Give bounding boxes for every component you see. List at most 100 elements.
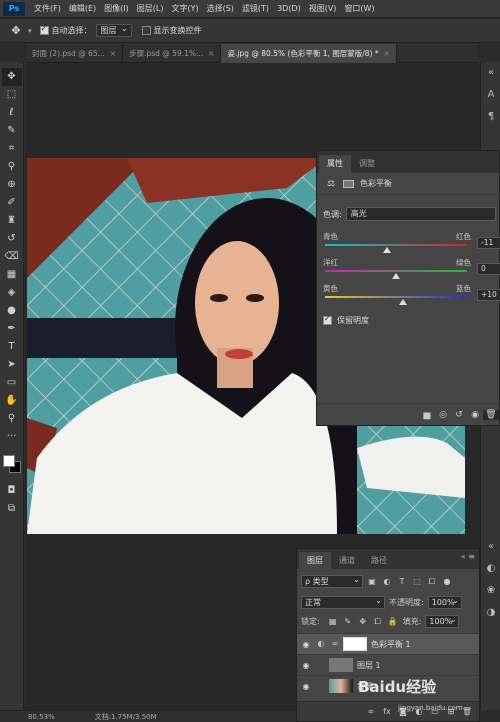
menu-edit[interactable]: 编辑(E) <box>65 3 100 14</box>
eye-icon[interactable]: ◉ <box>297 661 315 670</box>
layer-mask-thumbnail[interactable] <box>343 637 367 651</box>
filter-pixel-icon[interactable]: ▣ <box>366 576 378 588</box>
screen-mode-icon[interactable]: ⧉ <box>2 500 22 518</box>
menu-type[interactable]: 文字(Y) <box>167 3 202 14</box>
layer-thumbnail[interactable] <box>329 658 353 672</box>
lock-transparent-icon[interactable]: ▦ <box>327 616 339 628</box>
filter-shape-icon[interactable]: ⬚ <box>411 576 423 588</box>
pen-tool-icon[interactable]: ✒ <box>2 320 22 338</box>
character-panel-icon[interactable]: A <box>481 84 500 106</box>
layer-filter-dropdown[interactable]: ρ 类型 <box>301 574 363 588</box>
swatches-panel-icon[interactable]: ◐ <box>481 558 500 580</box>
reset-icon[interactable]: ↺ <box>451 410 467 420</box>
marquee-tool-icon[interactable]: ⬚ <box>2 86 22 104</box>
crop-tool-icon[interactable]: ⌗ <box>2 140 22 158</box>
menu-view[interactable]: 视图(V) <box>305 3 341 14</box>
adjustments-panel-icon[interactable]: ◑ <box>481 602 500 624</box>
move-tool-icon[interactable]: ✥ <box>4 24 28 37</box>
magenta-green-slider-thumb[interactable] <box>392 273 400 279</box>
filter-toggle-icon[interactable]: ● <box>441 576 453 588</box>
healing-brush-tool-icon[interactable]: ⊕ <box>2 176 22 194</box>
close-icon[interactable]: × <box>384 49 390 58</box>
zoom-tool-icon[interactable]: ⚲ <box>2 410 22 428</box>
eyedropper-tool-icon[interactable]: ⚲ <box>2 158 22 176</box>
menu-select[interactable]: 选择(S) <box>203 3 238 14</box>
cyan-red-value[interactable]: -11 <box>477 237 500 249</box>
view-previous-icon[interactable]: ◎ <box>435 410 451 420</box>
eye-icon[interactable]: ◉ <box>297 682 315 691</box>
layer-thumbnail[interactable] <box>329 679 353 693</box>
layer-row-layer1[interactable]: ◉ 图层 1 <box>297 654 479 675</box>
close-icon[interactable]: × <box>110 49 116 58</box>
yellow-blue-slider[interactable] <box>325 296 467 298</box>
dodge-tool-icon[interactable]: ● <box>2 302 22 320</box>
cyan-red-slider[interactable] <box>325 244 467 246</box>
gradient-tool-icon[interactable]: ▦ <box>2 266 22 284</box>
layer-row-color-balance[interactable]: ◉ ◐ ∞ 色彩平衡 1 <box>297 633 479 654</box>
magenta-green-value[interactable]: 0 <box>477 263 500 275</box>
close-icon[interactable]: × <box>208 49 214 58</box>
color-swatches[interactable] <box>2 452 22 476</box>
magenta-green-slider[interactable] <box>325 270 467 272</box>
filter-smart-object-icon[interactable]: ⧠ <box>426 576 438 588</box>
path-select-tool-icon[interactable]: ➤ <box>2 356 22 374</box>
visibility-icon[interactable]: ◉ <box>467 410 483 420</box>
lock-image-icon[interactable]: ✎ <box>342 616 354 628</box>
opacity-input[interactable]: 100% <box>427 595 462 609</box>
chain-link-icon[interactable]: ∞ <box>329 638 341 650</box>
yellow-blue-slider-thumb[interactable] <box>399 299 407 305</box>
filter-type-icon[interactable]: T <box>396 576 408 588</box>
more-tools-icon[interactable]: ··· <box>2 428 22 446</box>
libraries-panel-icon[interactable]: ❀ <box>481 580 500 602</box>
eraser-tool-icon[interactable]: ⌫ <box>2 248 22 266</box>
tool-preset-dropdown-icon[interactable]: ▾ <box>28 27 32 35</box>
tab-channels[interactable]: 通道 <box>331 552 363 569</box>
paragraph-panel-icon[interactable]: ¶ <box>481 106 500 128</box>
clip-to-layer-icon[interactable]: ▅ <box>419 410 435 420</box>
panel-menu-icon[interactable]: « ≡ <box>461 552 475 561</box>
tone-dropdown[interactable]: 高光 <box>345 207 496 221</box>
cyan-red-slider-thumb[interactable] <box>383 247 391 253</box>
blur-tool-icon[interactable]: ◈ <box>2 284 22 302</box>
lock-position-icon[interactable]: ✥ <box>357 616 369 628</box>
tab-layers[interactable]: 图层 <box>299 552 331 569</box>
auto-select-dropdown[interactable]: 图层 <box>95 23 132 37</box>
yellow-blue-value[interactable]: +10 <box>477 289 500 301</box>
menu-layer[interactable]: 图层(L) <box>133 3 168 14</box>
menu-image[interactable]: 图像(I) <box>100 3 133 14</box>
history-brush-tool-icon[interactable]: ↺ <box>2 230 22 248</box>
lasso-tool-icon[interactable]: ℓ <box>2 104 22 122</box>
eye-icon[interactable]: ◉ <box>297 640 315 649</box>
rectangle-tool-icon[interactable]: ▭ <box>2 374 22 392</box>
doc-tab-cover[interactable]: 封面 (2).psd @ 65... × <box>26 44 124 63</box>
menu-window[interactable]: 窗口(W) <box>340 3 378 14</box>
collapse-icon[interactable]: « <box>481 62 500 84</box>
quick-mask-icon[interactable]: ◘ <box>2 482 22 500</box>
lock-artboard-icon[interactable]: ⧠ <box>372 616 384 628</box>
preserve-luminosity-checkbox[interactable] <box>323 314 332 325</box>
zoom-level[interactable]: 80.53% <box>28 713 55 721</box>
menu-file[interactable]: 文件(F) <box>30 3 65 14</box>
brush-tool-icon[interactable]: ✐ <box>2 194 22 212</box>
clone-stamp-tool-icon[interactable]: ♜ <box>2 212 22 230</box>
doc-tab-active[interactable]: 姿.jpg @ 80.5% (色彩平衡 1, 图层蒙版/8) * × <box>221 44 397 63</box>
tab-adjustments[interactable]: 调整 <box>351 155 383 173</box>
tab-properties[interactable]: 属性 <box>319 155 351 173</box>
hand-tool-icon[interactable]: ✋ <box>2 392 22 410</box>
show-transform-checkbox[interactable] <box>141 26 151 35</box>
tab-paths[interactable]: 路径 <box>363 552 395 569</box>
lock-all-icon[interactable]: 🔒 <box>387 616 399 628</box>
filter-adjustment-icon[interactable]: ◐ <box>381 576 393 588</box>
move-tool-icon[interactable]: ✥ <box>1 68 22 86</box>
quick-select-tool-icon[interactable]: ✎ <box>2 122 22 140</box>
delete-icon[interactable]: 🗑 <box>483 409 499 420</box>
foreground-color-swatch[interactable] <box>2 455 15 467</box>
collapse-icon[interactable]: « <box>481 536 500 558</box>
menu-3d[interactable]: 3D(D) <box>273 4 305 13</box>
menu-filter[interactable]: 滤镜(T) <box>238 3 273 14</box>
fill-input[interactable]: 100% <box>425 614 460 628</box>
layer-mask-icon[interactable] <box>343 179 354 188</box>
doc-tab-steps[interactable]: 步骤.psd @ 59.1%... × <box>123 44 222 63</box>
blend-mode-dropdown[interactable]: 正常 <box>301 595 385 609</box>
auto-select-checkbox[interactable] <box>39 24 49 35</box>
